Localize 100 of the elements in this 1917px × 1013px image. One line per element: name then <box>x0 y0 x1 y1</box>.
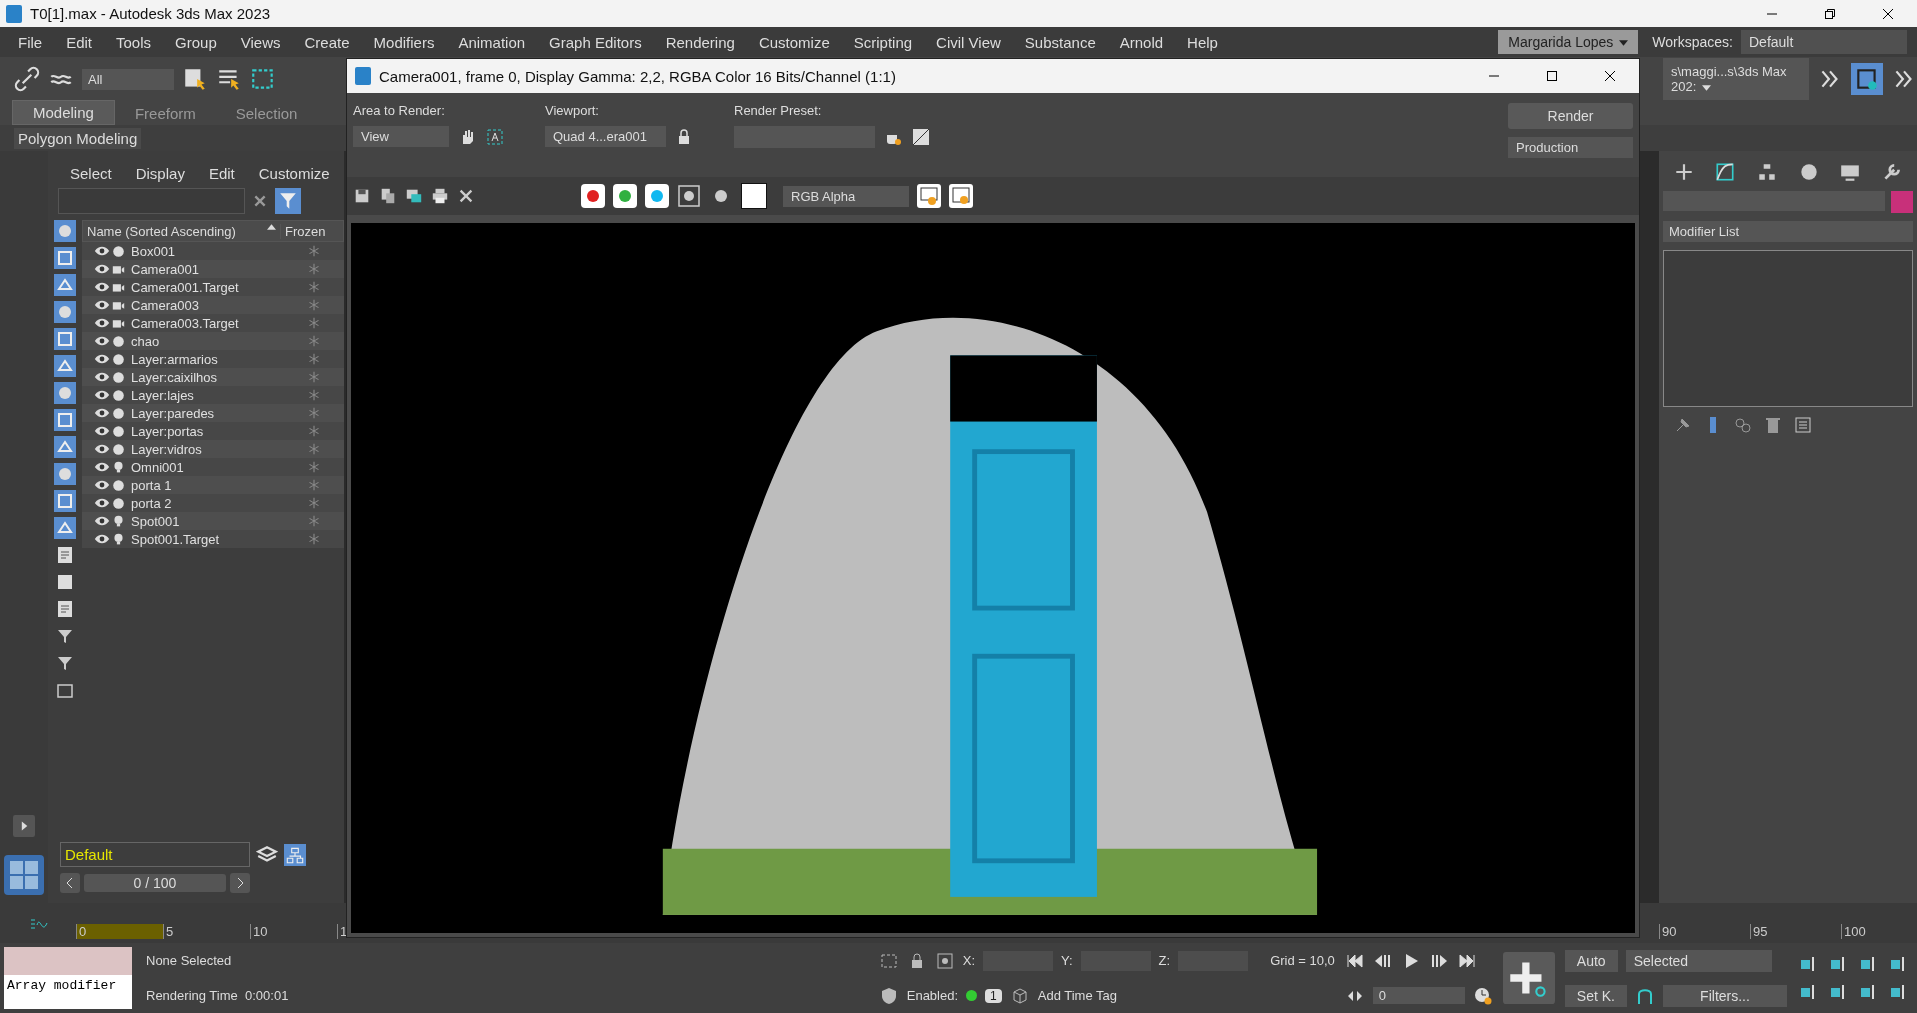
filter-toggle-icon[interactable] <box>54 247 76 269</box>
set-key-button[interactable]: Set K. <box>1564 984 1627 1007</box>
render-mode-dropdown[interactable]: Production <box>1508 137 1633 158</box>
menu-item[interactable]: Animation <box>446 33 538 51</box>
menu-item[interactable]: Help <box>1175 33 1230 51</box>
object-color-swatch[interactable] <box>1891 191 1913 213</box>
menu-item[interactable]: Create <box>292 33 362 51</box>
eye-icon[interactable] <box>94 372 110 382</box>
snowflake-icon[interactable] <box>308 245 320 257</box>
alpha-channel-toggle[interactable] <box>677 184 701 208</box>
project-path-dropdown[interactable]: s\maggi...s\3ds Max 202: <box>1663 58 1809 100</box>
explorer-menu-item[interactable]: Select <box>58 165 124 182</box>
channel-toggle[interactable] <box>645 184 669 208</box>
menu-item[interactable]: Substance <box>1012 33 1108 51</box>
key-filter-dropdown[interactable]: Selected <box>1625 949 1772 972</box>
filter-toggle-icon[interactable] <box>54 463 76 485</box>
filter-toggle-icon[interactable] <box>54 301 76 323</box>
explorer-menu-item[interactable]: Customize <box>246 165 342 182</box>
search-field[interactable] <box>58 188 245 214</box>
close-icon[interactable] <box>1882 7 1894 20</box>
listener-input-field[interactable]: Array modifier <box>4 975 132 1009</box>
modifier-list-dropdown[interactable]: Modifier List <box>1663 221 1913 242</box>
menu-item[interactable]: Customize <box>746 33 842 51</box>
eye-icon[interactable] <box>94 282 110 292</box>
eye-icon[interactable] <box>94 444 110 454</box>
channel-dropdown[interactable]: RGB Alpha <box>783 185 909 207</box>
filter-toggle-icon[interactable] <box>54 517 76 539</box>
channel-toggle[interactable] <box>613 184 637 208</box>
filter-toggle-icon[interactable] <box>54 355 76 377</box>
menu-item[interactable]: Views <box>228 33 293 51</box>
modifier-stack[interactable] <box>1663 250 1913 407</box>
close-icon[interactable] <box>1604 70 1616 82</box>
menu-item[interactable]: Arnold <box>1107 33 1176 51</box>
curve-editor-icon[interactable] <box>30 917 50 931</box>
eye-icon[interactable] <box>94 354 110 364</box>
display-window-icon[interactable] <box>949 184 973 208</box>
snowflake-icon[interactable] <box>308 461 320 473</box>
save-icon[interactable] <box>1851 63 1883 95</box>
hierarchy-icon[interactable] <box>284 843 306 866</box>
filter-toggle-icon[interactable] <box>54 409 76 431</box>
add-time-tag-link[interactable]: Add Time Tag <box>1037 988 1117 1003</box>
user-button[interactable]: Margarida Lopes <box>1498 30 1639 54</box>
sort-ascending-icon[interactable] <box>267 223 276 230</box>
ribbon-panel-tab[interactable]: Polygon Modeling <box>14 127 142 149</box>
current-frame-field[interactable]: 0 <box>1372 987 1465 1004</box>
viewport-dropdown[interactable]: Quad 4...era001 <box>545 126 666 147</box>
snowflake-icon[interactable] <box>308 317 320 329</box>
menu-item[interactable]: Scripting <box>841 33 925 51</box>
menu-item[interactable]: Modifiers <box>361 33 447 51</box>
caret-icon[interactable] <box>1702 84 1712 91</box>
snowflake-icon[interactable] <box>308 533 320 545</box>
configure-icon[interactable] <box>1793 415 1813 435</box>
print-icon[interactable] <box>431 187 449 205</box>
close-icon[interactable] <box>457 187 475 205</box>
clear-icon[interactable] <box>253 194 267 208</box>
rectangle-selection-icon[interactable] <box>250 66 276 92</box>
layer-dropdown[interactable]: Default <box>60 842 250 867</box>
eye-icon[interactable] <box>94 498 110 508</box>
trash-icon[interactable] <box>1763 415 1783 435</box>
snowflake-icon[interactable] <box>308 497 320 509</box>
select-object-icon[interactable] <box>182 66 208 92</box>
filters-button[interactable]: Filters... <box>1663 984 1787 1007</box>
selection-filter-dropdown[interactable]: All <box>82 68 174 90</box>
eye-icon[interactable] <box>94 300 110 310</box>
eye-icon[interactable] <box>94 390 110 400</box>
clone-window-icon[interactable] <box>405 187 423 205</box>
maximize-icon[interactable] <box>1546 70 1558 82</box>
eye-icon[interactable] <box>94 516 110 526</box>
eye-icon[interactable] <box>94 318 110 328</box>
link-icon[interactable] <box>14 66 40 92</box>
curve-icon[interactable] <box>1714 161 1737 183</box>
menu-item[interactable]: Rendering <box>653 33 747 51</box>
restore-icon[interactable] <box>1824 7 1836 20</box>
clock-gear-icon[interactable] <box>1472 985 1493 1006</box>
filter-toggle-icon[interactable] <box>54 220 76 242</box>
workspaces-dropdown[interactable]: Default <box>1741 30 1907 54</box>
copy-icon[interactable] <box>379 187 397 205</box>
viewport-layout-icon[interactable] <box>4 855 44 895</box>
snowflake-icon[interactable] <box>308 353 320 365</box>
eye-icon[interactable] <box>94 480 110 490</box>
menu-item[interactable]: Group <box>163 33 229 51</box>
eye-icon[interactable] <box>94 408 110 418</box>
snowflake-icon[interactable] <box>308 281 320 293</box>
auto-region-icon[interactable] <box>485 126 505 147</box>
next-frame-button[interactable] <box>230 873 250 893</box>
explorer-menu-item[interactable]: Display <box>123 165 197 182</box>
eye-icon[interactable] <box>94 462 110 472</box>
play-icon[interactable] <box>13 815 35 837</box>
menu-item[interactable]: File <box>6 33 55 51</box>
filter-toggle-icon[interactable] <box>54 274 76 296</box>
set-key-plus-icon[interactable] <box>1502 952 1555 1004</box>
menu-item[interactable]: Edit <box>54 33 105 51</box>
eye-icon[interactable] <box>94 264 110 274</box>
display-window-icon[interactable] <box>917 184 941 208</box>
background-color-swatch[interactable] <box>741 183 767 209</box>
caret-icon[interactable] <box>1619 40 1629 47</box>
snowflake-icon[interactable] <box>308 425 320 437</box>
render-button[interactable]: Render <box>1508 103 1633 129</box>
filter-toggle-icon[interactable] <box>54 382 76 404</box>
channel-toggle[interactable] <box>581 184 605 208</box>
